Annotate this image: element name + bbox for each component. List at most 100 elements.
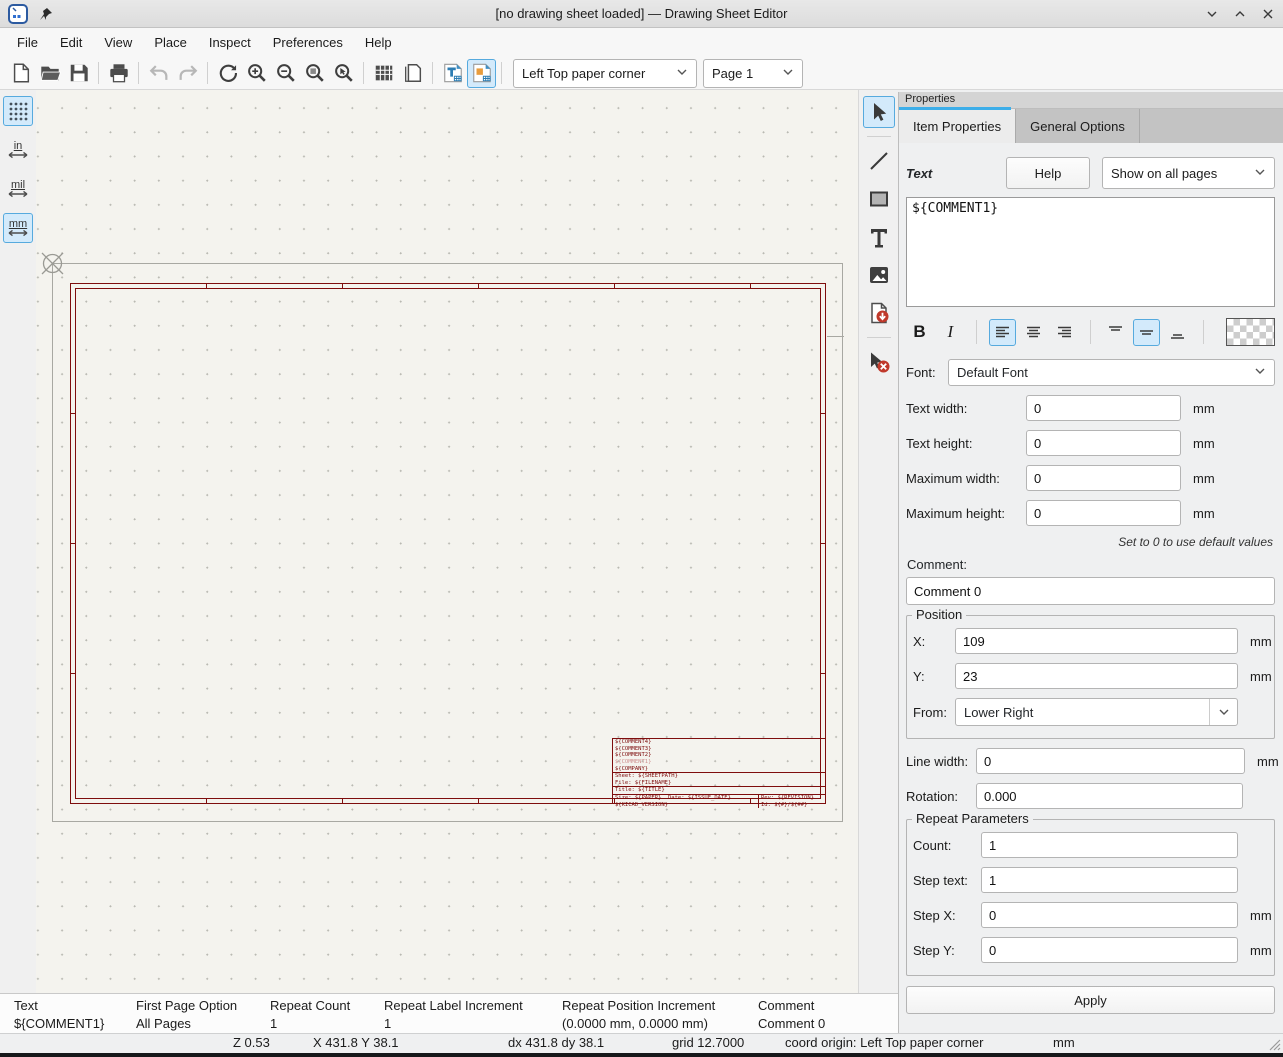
zoom-in-button[interactable] [242,59,271,88]
repeat-group-title: Repeat Parameters [912,811,1033,826]
max-height-input[interactable]: 0 [1026,500,1181,526]
status-cursor-position: X 431.8 Y 38.1 [313,1035,399,1050]
show-preview-values-button[interactable] [467,59,496,88]
title-block-title[interactable]: Title: ${TITLE} [613,787,825,795]
status-delta: dx 431.8 dy 38.1 [508,1035,604,1050]
maximize-button[interactable] [1233,7,1247,21]
chevron-down-icon [1254,365,1266,380]
step-x-unit: mm [1238,908,1268,923]
apply-button[interactable]: Apply [906,986,1275,1014]
text-width-unit: mm [1181,401,1211,416]
valign-middle-button[interactable] [1133,319,1160,346]
pin-icon[interactable] [38,6,54,22]
title-block-comments: ${COMMENT4} ${COMMENT3} ${COMMENT2} ${CO… [613,739,825,766]
toolbar-separator [1090,320,1091,344]
align-left-button[interactable] [989,319,1016,346]
pos-from-value: Lower Right [964,705,1033,720]
units-inches-button[interactable]: in [3,135,33,165]
add-image-tool-button[interactable] [863,259,895,291]
menu-file[interactable]: File [6,30,49,55]
coord-origin-value: Left Top paper corner [522,66,645,81]
title-block-company[interactable]: ${COMPANY} [613,766,825,773]
units-mm-button[interactable]: mm [3,213,33,243]
units-mils-button[interactable]: mil [3,174,33,204]
save-button[interactable] [64,59,93,88]
grid-toggle-button[interactable] [3,96,33,126]
drawing-canvas[interactable]: ${COMMENT4} ${COMMENT3} ${COMMENT2} ${CO… [36,90,858,993]
zoom-out-button[interactable] [271,59,300,88]
step-y-input[interactable]: 0 [981,937,1238,963]
minimize-button[interactable] [1205,7,1219,21]
append-sheet-button[interactable] [863,297,895,329]
page-select-dropdown[interactable]: Page 1 [703,59,803,88]
menu-preferences[interactable]: Preferences [262,30,354,55]
open-sheet-button[interactable] [35,59,64,88]
bold-button[interactable]: B [906,319,933,346]
close-button[interactable] [1261,7,1275,21]
info-comment-column: CommentComment 0 [758,997,825,1033]
show-placeholders-button[interactable] [438,59,467,88]
step-text-input[interactable]: 1 [981,867,1238,893]
title-block-rev-id[interactable]: Rev: ${REVISION} Id: ${#}/${##} [759,795,825,808]
zoom-selection-button[interactable] [329,59,358,88]
line-width-unit: mm [1245,754,1275,769]
undo-button[interactable] [144,59,173,88]
valign-top-button[interactable] [1103,319,1130,346]
double-arrow-icon [8,190,28,198]
text-height-unit: mm [1181,436,1211,451]
pos-x-input[interactable]: 109 [955,628,1238,654]
new-sheet-button[interactable] [6,59,35,88]
text-content-textarea[interactable]: ${COMMENT1} [906,197,1275,307]
align-center-button[interactable] [1020,319,1047,346]
menu-edit[interactable]: Edit [49,30,93,55]
toolbar-separator [138,62,139,84]
select-tool-button[interactable] [863,96,895,128]
valign-bottom-button[interactable] [1164,319,1191,346]
left-toolbar: in mil mm [0,90,36,993]
menu-inspect[interactable]: Inspect [198,30,262,55]
coord-origin-dropdown[interactable]: Left Top paper corner [513,59,697,88]
draw-rectangle-tool-button[interactable] [863,183,895,215]
help-button[interactable]: Help [1006,157,1090,189]
comment-input[interactable]: Comment 0 [906,577,1275,605]
pos-y-input[interactable]: 23 [955,663,1238,689]
max-width-input[interactable]: 0 [1026,465,1181,491]
page-option-dropdown[interactable]: Show on all pages [1102,157,1275,189]
font-dropdown[interactable]: Default Font [948,359,1275,386]
repeat-parameters-group: Repeat Parameters Count: 1 Step text: 1 … [906,819,1275,976]
print-button[interactable] [104,59,133,88]
refresh-view-button[interactable] [213,59,242,88]
zoom-fit-button[interactable] [300,59,329,88]
preview-settings-button[interactable] [369,59,398,88]
menu-help[interactable]: Help [354,30,403,55]
redo-button[interactable] [173,59,202,88]
add-text-tool-button[interactable] [863,221,895,253]
step-x-input[interactable]: 0 [981,902,1238,928]
tab-general-options[interactable]: General Options [1016,109,1140,143]
title-block-sheet-file[interactable]: Sheet: ${SHEETPATH} File: ${FILENAME} [613,773,825,787]
pos-from-dropdown[interactable]: Lower Right [955,698,1238,726]
line-width-input[interactable]: 0 [976,748,1245,774]
italic-button[interactable]: I [937,319,964,346]
delete-tool-button[interactable] [863,346,895,378]
page-settings-button[interactable] [398,59,427,88]
repeat-count-input[interactable]: 1 [981,832,1238,858]
toolbar-separator [1203,320,1204,344]
align-right-button[interactable] [1051,319,1078,346]
panel-accent-underline [899,107,1011,110]
text-color-swatch[interactable] [1226,318,1275,346]
tab-item-properties[interactable]: Item Properties [899,109,1016,143]
comment1-text-selected[interactable]: ${COMMENT1} [615,759,823,766]
title-block-size-date[interactable]: Size: ${PAPER} Date: ${ISSUE_DATE} ${KIC… [613,795,759,808]
menu-view[interactable]: View [93,30,143,55]
resize-grip[interactable] [1267,1037,1281,1051]
rotation-input[interactable]: 0.000 [976,783,1243,809]
sheet-frame[interactable] [70,283,826,804]
title-block[interactable]: ${COMMENT4} ${COMMENT3} ${COMMENT2} ${CO… [612,738,825,803]
menu-place[interactable]: Place [143,30,198,55]
text-width-input[interactable]: 0 [1026,395,1181,421]
text-height-input[interactable]: 0 [1026,430,1181,456]
unit-label-mm: mm [9,219,27,229]
position-group: Position X: 109 mm Y: 23 mm From: Lower … [906,615,1275,739]
draw-line-tool-button[interactable] [863,145,895,177]
